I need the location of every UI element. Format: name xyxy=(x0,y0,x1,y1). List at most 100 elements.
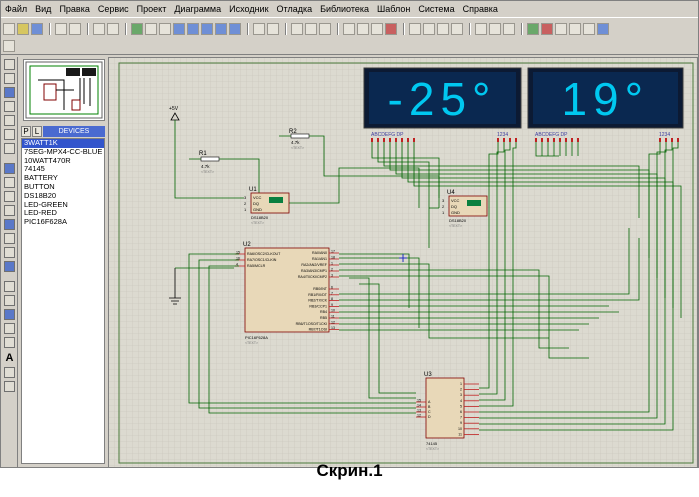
terminals-icon[interactable] xyxy=(4,163,15,174)
toolbar-separator xyxy=(337,23,339,35)
grid-icon[interactable] xyxy=(145,23,157,35)
2d-box-icon[interactable] xyxy=(4,295,15,306)
2d-arc-icon[interactable] xyxy=(4,323,15,334)
junction-dot-icon[interactable] xyxy=(4,87,15,98)
menu-item-5[interactable]: Диаграмма xyxy=(174,4,221,14)
device-list-item[interactable]: BUTTON xyxy=(22,183,104,192)
block-delete-icon[interactable] xyxy=(385,23,397,35)
svg-text:<TEXT>: <TEXT> xyxy=(291,146,304,150)
tool-a-icon[interactable] xyxy=(3,40,15,52)
print-area-icon[interactable] xyxy=(107,23,119,35)
new-file-icon[interactable] xyxy=(3,23,15,35)
menu-item-10[interactable]: Система xyxy=(418,4,454,14)
decompose-icon[interactable] xyxy=(451,23,463,35)
text-script-icon[interactable] xyxy=(4,115,15,126)
svg-text:DQ: DQ xyxy=(451,204,457,209)
menu-item-0[interactable]: Файл xyxy=(5,4,27,14)
u2-right-pin-number: 2 xyxy=(331,268,333,272)
menu-item-1[interactable]: Вид xyxy=(35,4,51,14)
device-list-item[interactable]: PIC16F628A xyxy=(22,218,104,227)
block-move-icon[interactable] xyxy=(357,23,369,35)
menu-item-2[interactable]: Правка xyxy=(59,4,89,14)
2d-markers-icon[interactable] xyxy=(4,381,15,392)
buses-icon[interactable] xyxy=(4,129,15,140)
menu-item-7[interactable]: Отладка xyxy=(277,4,313,14)
device-list-item[interactable]: 10WATT470R xyxy=(22,157,104,166)
display-2: 19° ABCDEFG DP 1234 xyxy=(527,67,684,138)
subcircuit-icon[interactable] xyxy=(4,143,15,154)
menu-item-8[interactable]: Библиотека xyxy=(320,4,369,14)
virtual-instruments-icon[interactable] xyxy=(4,261,15,272)
bill-of-materials-icon[interactable] xyxy=(569,23,581,35)
paste-icon[interactable] xyxy=(319,23,331,35)
block-rotate-icon[interactable] xyxy=(371,23,383,35)
block-copy-icon[interactable] xyxy=(343,23,355,35)
zoom-out-icon[interactable] xyxy=(201,23,213,35)
import-icon[interactable] xyxy=(55,23,67,35)
generator-icon[interactable] xyxy=(4,219,15,230)
make-device-icon[interactable] xyxy=(423,23,435,35)
selector-tabs: P L DEVICES xyxy=(21,126,105,137)
menu-item-3[interactable]: Сервис xyxy=(98,4,129,14)
menu-item-4[interactable]: Проект xyxy=(137,4,167,14)
export-icon[interactable] xyxy=(69,23,81,35)
overview-window[interactable] xyxy=(23,59,105,121)
tab-library-manager[interactable]: L xyxy=(32,126,42,137)
origin-icon[interactable] xyxy=(159,23,171,35)
tape-recorder-icon[interactable] xyxy=(4,205,15,216)
redo-icon[interactable] xyxy=(267,23,279,35)
device-list-item[interactable]: 3WATT1K xyxy=(22,139,104,148)
zoom-in-icon[interactable] xyxy=(187,23,199,35)
copy-icon[interactable] xyxy=(305,23,317,35)
menu-item-11[interactable]: Справка xyxy=(463,4,498,14)
current-probe-icon[interactable] xyxy=(4,247,15,258)
voltage-probe-icon[interactable] xyxy=(4,233,15,244)
2d-path-icon[interactable] xyxy=(4,337,15,348)
graph-icon[interactable] xyxy=(4,191,15,202)
print-icon[interactable] xyxy=(93,23,105,35)
wire-label-icon[interactable] xyxy=(4,101,15,112)
menu-item-9[interactable]: Шаблон xyxy=(377,4,410,14)
save-icon[interactable] xyxy=(31,23,43,35)
refresh-icon[interactable] xyxy=(131,23,143,35)
2d-circle-icon[interactable] xyxy=(4,309,15,320)
electrical-rule-check-icon[interactable] xyxy=(583,23,595,35)
packaging-tool-icon[interactable] xyxy=(437,23,449,35)
component-mode-icon[interactable] xyxy=(4,73,15,84)
pick-device-icon[interactable] xyxy=(409,23,421,35)
remove-sheet-icon[interactable] xyxy=(541,23,553,35)
zoom-all-icon[interactable] xyxy=(215,23,227,35)
device-list-item[interactable]: BATTERY xyxy=(22,174,104,183)
zoom-area-icon[interactable] xyxy=(229,23,241,35)
toolbar-separator xyxy=(125,23,127,35)
u2-right-pin-label: RA2/AN2/VREF xyxy=(301,263,327,267)
svg-text:U2: U2 xyxy=(243,242,251,248)
device-pins-icon[interactable] xyxy=(4,177,15,188)
property-tool-icon[interactable] xyxy=(503,23,515,35)
device-list[interactable]: 3WATT1K 7SEG-MPX4-CC-BLUE 10WATT470R 74145 B… xyxy=(21,138,105,464)
wire-autorouter-icon[interactable] xyxy=(475,23,487,35)
2d-line-icon[interactable] xyxy=(4,281,15,292)
device-list-item[interactable]: DS18B20 xyxy=(22,192,104,201)
2d-text-icon[interactable]: A xyxy=(4,353,15,364)
menu-item-6[interactable]: Исходник xyxy=(229,4,268,14)
cut-icon[interactable] xyxy=(291,23,303,35)
2d-symbol-icon[interactable] xyxy=(4,367,15,378)
netlist-to-ares-icon[interactable] xyxy=(597,23,609,35)
device-list-item[interactable]: 7SEG-MPX4-CC-BLUE xyxy=(22,148,104,157)
pan-icon[interactable] xyxy=(173,23,185,35)
device-list-item[interactable]: LED-GREEN xyxy=(22,201,104,210)
selection-mode-icon[interactable] xyxy=(4,59,15,70)
device-list-item[interactable]: LED-RED xyxy=(22,209,104,218)
device-list-item[interactable]: 74145 xyxy=(22,165,104,174)
zoom-to-child-icon[interactable] xyxy=(555,23,567,35)
toolbar-row-2 xyxy=(3,38,17,54)
new-sheet-icon[interactable] xyxy=(527,23,539,35)
undo-icon[interactable] xyxy=(253,23,265,35)
svg-text:<TEXT>: <TEXT> xyxy=(426,447,439,451)
schematic-canvas[interactable]: -25° ABCDEFG DP 1234 19° ABCDEFG DP 1234 xyxy=(108,57,698,468)
open-folder-icon[interactable] xyxy=(17,23,29,35)
tab-pick-devices[interactable]: P xyxy=(21,126,31,137)
search-tag-icon[interactable] xyxy=(489,23,501,35)
svg-text:4.7k: 4.7k xyxy=(291,140,300,145)
